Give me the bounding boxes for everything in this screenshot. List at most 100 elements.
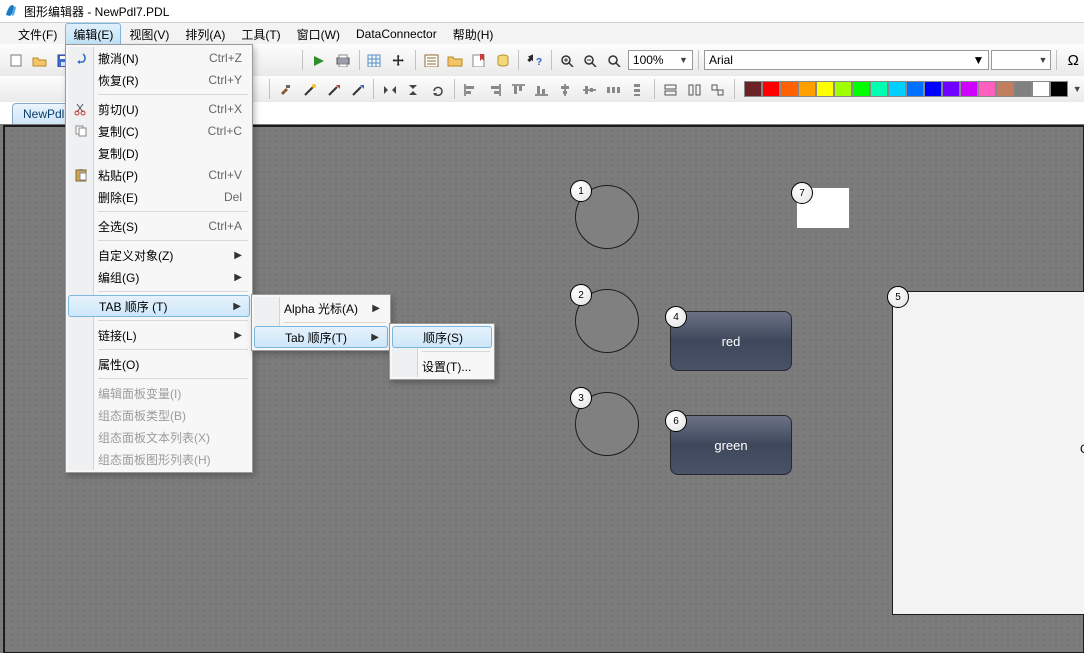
- color-swatch[interactable]: [816, 81, 834, 97]
- canvas-circle-3[interactable]: 3: [575, 392, 639, 456]
- hammer-icon[interactable]: [275, 78, 297, 100]
- leaf-item-sequence[interactable]: 顺序(S): [392, 326, 492, 348]
- tab-order-badge: 5: [887, 286, 909, 308]
- color-swatch[interactable]: [960, 81, 978, 97]
- menu-item-undo[interactable]: 撤消(N)Ctrl+Z: [68, 47, 250, 69]
- flip-v-icon[interactable]: [403, 78, 425, 100]
- menu-item-links[interactable]: 链接(L)▶: [68, 324, 250, 346]
- align-bottom-icon[interactable]: [532, 78, 554, 100]
- leaf-item-settings[interactable]: 设置(T)...: [392, 355, 492, 377]
- align-right-icon[interactable]: [484, 78, 506, 100]
- align-center-v-icon[interactable]: [579, 78, 601, 100]
- zoom-value: 100%: [633, 53, 664, 67]
- menu-item-config-panel-graphic: 组态面板图形列表(H): [68, 448, 250, 470]
- zoom-level-select[interactable]: 100% ▼: [628, 50, 693, 70]
- menu-help[interactable]: 帮助(H): [445, 23, 502, 45]
- color-swatch[interactable]: [888, 81, 906, 97]
- canvas-circle-1[interactable]: 1: [575, 185, 639, 249]
- tab-order-submenu: Alpha 光标(A)▶ Tab 顺序(T)▶: [251, 294, 391, 351]
- move-icon[interactable]: [388, 49, 410, 71]
- color-swatch[interactable]: [996, 81, 1014, 97]
- menu-item-duplicate[interactable]: 复制(D): [68, 142, 250, 164]
- canvas-button-green[interactable]: 6 green: [670, 415, 792, 475]
- pick1-icon[interactable]: [323, 78, 345, 100]
- color-swatch[interactable]: [1050, 81, 1068, 97]
- menu-tools[interactable]: 工具(T): [233, 23, 288, 45]
- pick2-icon[interactable]: [347, 78, 369, 100]
- color-swatch[interactable]: [906, 81, 924, 97]
- same-width-icon[interactable]: [660, 78, 682, 100]
- zoom-out-icon[interactable]: [581, 49, 603, 71]
- menu-window[interactable]: 窗口(W): [289, 23, 348, 45]
- canvas-button-red[interactable]: 4 red: [670, 311, 792, 371]
- help-arrow-icon[interactable]: ?: [524, 49, 546, 71]
- wand-icon[interactable]: [299, 78, 321, 100]
- folder-icon[interactable]: [444, 49, 466, 71]
- chevron-right-icon: ▶: [224, 330, 242, 341]
- palette-more-icon[interactable]: ▼: [1070, 78, 1084, 100]
- menu-edit[interactable]: 编辑(E): [65, 23, 121, 45]
- grid-snap-icon[interactable]: [365, 49, 387, 71]
- menu-item-redo[interactable]: 恢复(R)Ctrl+Y: [68, 69, 250, 91]
- color-swatch[interactable]: [924, 81, 942, 97]
- open-icon[interactable]: [30, 49, 52, 71]
- menu-file[interactable]: 文件(F): [10, 23, 65, 45]
- menu-item-select-all[interactable]: 全选(S)Ctrl+A: [68, 215, 250, 237]
- color-swatch[interactable]: [1014, 81, 1032, 97]
- tab-order-badge: 7: [791, 182, 813, 204]
- toolbar-separator: [551, 50, 552, 70]
- menu-item-properties[interactable]: 属性(O): [68, 353, 250, 375]
- list-icon[interactable]: [421, 49, 443, 71]
- font-size-select[interactable]: ▼: [991, 50, 1051, 70]
- color-swatch[interactable]: [834, 81, 852, 97]
- printer-icon[interactable]: [332, 49, 354, 71]
- color-swatch[interactable]: [870, 81, 888, 97]
- edit-dropdown-menu: 撤消(N)Ctrl+Z 恢复(R)Ctrl+Y 剪切(U)Ctrl+X 复制(C…: [65, 44, 253, 473]
- align-left-icon[interactable]: [460, 78, 482, 100]
- color-swatch[interactable]: [780, 81, 798, 97]
- bookmark-icon[interactable]: [468, 49, 490, 71]
- db-icon[interactable]: [492, 49, 514, 71]
- execute-icon[interactable]: [308, 49, 330, 71]
- color-swatch[interactable]: [762, 81, 780, 97]
- zoom-fit-icon[interactable]: [604, 49, 626, 71]
- submenu-item-tab-order[interactable]: Tab 顺序(T)▶: [254, 326, 388, 348]
- menu-item-custom-object[interactable]: 自定义对象(Z)▶: [68, 244, 250, 266]
- menu-arrange[interactable]: 排列(A): [177, 23, 233, 45]
- title-bar: 图形编辑器 - NewPdl7.PDL: [0, 0, 1084, 22]
- menu-item-config-panel-text: 组态面板文本列表(X): [68, 426, 250, 448]
- tab-order-badge: 4: [665, 306, 687, 328]
- menu-item-group[interactable]: 编组(G)▶: [68, 266, 250, 288]
- omega-symbol-icon[interactable]: Ω: [1062, 49, 1084, 71]
- same-height-icon[interactable]: [684, 78, 706, 100]
- menu-item-paste[interactable]: 粘贴(P)Ctrl+V: [68, 164, 250, 186]
- new-icon[interactable]: [6, 49, 28, 71]
- menu-separator: [422, 351, 490, 352]
- dist-h-icon[interactable]: [603, 78, 625, 100]
- align-center-h-icon[interactable]: [555, 78, 577, 100]
- rotate-icon[interactable]: [427, 78, 449, 100]
- menu-view[interactable]: 视图(V): [121, 23, 177, 45]
- same-size-icon[interactable]: [707, 78, 729, 100]
- canvas-circle-2[interactable]: 2: [575, 289, 639, 353]
- menu-item-tab-order[interactable]: TAB 顺序 (T)▶: [68, 295, 250, 317]
- menu-dataconnector[interactable]: DataConnector: [348, 23, 445, 45]
- font-select[interactable]: Arial ▼: [704, 50, 989, 70]
- submenu-item-alpha-cursor[interactable]: Alpha 光标(A)▶: [254, 297, 388, 319]
- color-swatch[interactable]: [978, 81, 996, 97]
- color-swatch[interactable]: [798, 81, 816, 97]
- tab-order-badge: 1: [570, 180, 592, 202]
- zoom-in-icon[interactable]: [557, 49, 579, 71]
- menu-item-copy[interactable]: 复制(C)Ctrl+C: [68, 120, 250, 142]
- flip-h-icon[interactable]: [379, 78, 401, 100]
- color-swatch[interactable]: [852, 81, 870, 97]
- canvas-rect-big[interactable]: 5 GSC: [892, 291, 1084, 615]
- menu-item-delete[interactable]: 删除(E)Del: [68, 186, 250, 208]
- color-swatch[interactable]: [744, 81, 762, 97]
- canvas-white-box[interactable]: 7: [797, 188, 849, 228]
- color-swatch[interactable]: [1032, 81, 1050, 97]
- color-swatch[interactable]: [942, 81, 960, 97]
- dist-v-icon[interactable]: [627, 78, 649, 100]
- align-top-icon[interactable]: [508, 78, 530, 100]
- menu-item-cut[interactable]: 剪切(U)Ctrl+X: [68, 98, 250, 120]
